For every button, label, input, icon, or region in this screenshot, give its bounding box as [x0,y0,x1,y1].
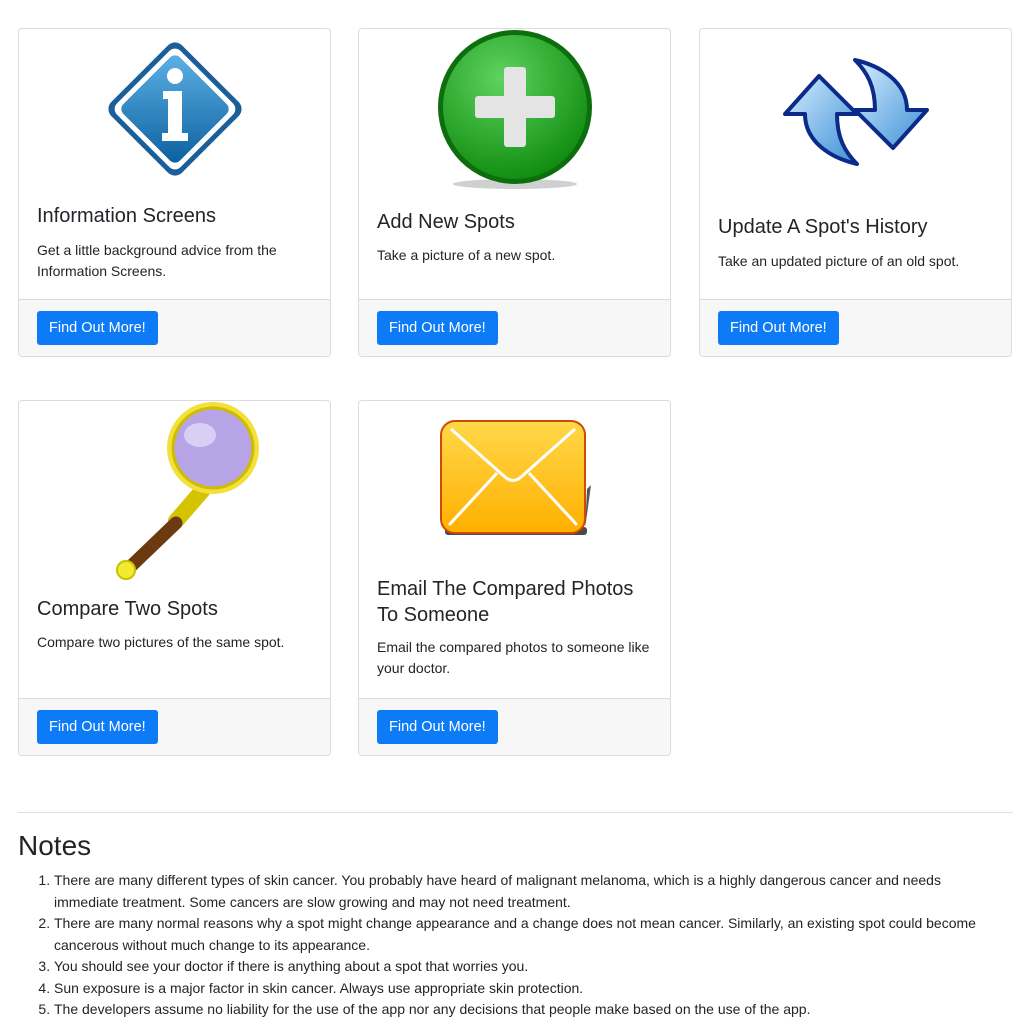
list-item: There are many normal reasons why a spot… [54,913,1008,956]
find-out-more-button[interactable]: Find Out More! [377,311,498,345]
refresh-arrows-icon [782,58,929,166]
card-information-screens: Information Screens Get a little backgro… [18,28,331,357]
list-item: The developers assume no liability for t… [54,999,1008,1021]
notes-title: Notes [18,830,92,861]
card-title: Compare Two Spots [37,598,218,620]
plus-circle-icon [437,30,592,189]
list-item: You should see your doctor if there is a… [54,956,1008,978]
card-text: Take a picture of a new spot. [377,247,556,263]
envelope-icon [439,420,591,535]
find-out-more-button[interactable]: Find Out More! [718,311,839,345]
card-footer: Find Out More! [359,299,670,356]
find-out-more-button[interactable]: Find Out More! [37,311,158,345]
card-text: Get a little background advice from the … [37,242,277,279]
card-footer: Find Out More! [19,299,330,356]
list-item: Sun exposure is a major factor in skin c… [54,978,1008,1000]
magnifying-glass-icon [115,402,259,580]
divider [18,812,1013,813]
card-title: Add New Spots [377,211,515,233]
find-out-more-button[interactable]: Find Out More! [377,710,498,744]
card-footer: Find Out More! [19,698,330,755]
notes-list: There are many different types of skin c… [18,870,1008,1021]
list-item: There are many different types of skin c… [54,870,1008,913]
card-compare-two-spots: Compare Two Spots Compare two pictures o… [18,400,331,756]
card-text: Compare two pictures of the same spot. [37,634,285,650]
card-text: Email the compared photos to someone lik… [377,639,650,676]
card-title: Update A Spot's History [718,216,928,238]
card-footer: Find Out More! [700,299,1011,356]
info-diamond-icon [107,42,242,176]
card-update-spot-history: Update A Spot's History Take an updated … [699,28,1012,357]
card-add-new-spots: Add New Spots Take a picture of a new sp… [358,28,671,357]
card-email-photos: Email The Compared Photos To Someone Ema… [358,400,671,756]
card-title: Information Screens [37,205,216,227]
card-footer: Find Out More! [359,698,670,755]
card-text: Take an updated picture of an old spot. [718,253,960,269]
card-title: Email The Compared Photos To Someone [377,578,634,626]
find-out-more-button[interactable]: Find Out More! [37,710,158,744]
